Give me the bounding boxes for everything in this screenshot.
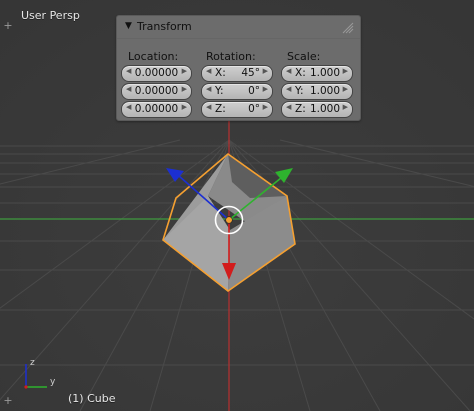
increment-icon[interactable]: ▶ (263, 85, 268, 93)
decrement-icon[interactable]: ◀ (206, 103, 211, 111)
location-x-field[interactable]: ◀ 0.00000 ▶ (121, 65, 192, 82)
scale-label: Scale: (287, 50, 321, 63)
location-y-field[interactable]: ◀ 0.00000 ▶ (121, 83, 192, 100)
decrement-icon[interactable]: ◀ (206, 67, 211, 75)
decrement-icon[interactable]: ◀ (286, 85, 291, 93)
axis-gizmo-y-label: y (50, 377, 56, 387)
increment-icon[interactable]: ▶ (263, 103, 268, 111)
3d-viewport[interactable]: z y User Persp (1) Cube + + ▼ Transform … (0, 0, 474, 411)
decrement-icon[interactable]: ◀ (206, 85, 211, 93)
increment-icon[interactable]: ▶ (182, 103, 187, 111)
panel-grip-icon[interactable] (340, 20, 354, 34)
rotation-label: Rotation: (206, 50, 256, 63)
increment-icon[interactable]: ▶ (182, 67, 187, 75)
object-origin (225, 216, 233, 224)
transform-panel[interactable]: ▼ Transform Location: Rotation: Scale: ◀… (116, 15, 361, 121)
panel-collapse-triangle-icon[interactable]: ▼ (125, 21, 132, 31)
plus-icon[interactable]: + (2, 395, 14, 407)
location-z-field[interactable]: ◀ 0.00000 ▶ (121, 101, 192, 118)
rotation-z-field[interactable]: ◀ Z: 0° ▶ (201, 101, 273, 118)
increment-icon[interactable]: ▶ (343, 67, 348, 75)
scale-x-field[interactable]: ◀ X: 1.000 ▶ (281, 65, 353, 82)
rotation-x-field[interactable]: ◀ X: 45° ▶ (201, 65, 273, 82)
scale-y-field[interactable]: ◀ Y: 1.000 ▶ (281, 83, 353, 100)
decrement-icon[interactable]: ◀ (286, 67, 291, 75)
increment-icon[interactable]: ▶ (182, 85, 187, 93)
increment-icon[interactable]: ▶ (263, 67, 268, 75)
increment-icon[interactable]: ▶ (343, 103, 348, 111)
plus-icon[interactable]: + (2, 20, 14, 32)
transform-panel-header[interactable]: ▼ Transform (117, 16, 360, 39)
transform-panel-title: Transform (137, 20, 192, 33)
view-name-label: User Persp (21, 9, 80, 22)
location-label: Location: (128, 50, 179, 63)
increment-icon[interactable]: ▶ (343, 85, 348, 93)
scale-z-field[interactable]: ◀ Z: 1.000 ▶ (281, 101, 353, 118)
rotation-y-field[interactable]: ◀ Y: 0° ▶ (201, 83, 273, 100)
active-object-label: (1) Cube (68, 392, 116, 405)
axis-gizmo-z-label: z (30, 358, 35, 368)
decrement-icon[interactable]: ◀ (286, 103, 291, 111)
